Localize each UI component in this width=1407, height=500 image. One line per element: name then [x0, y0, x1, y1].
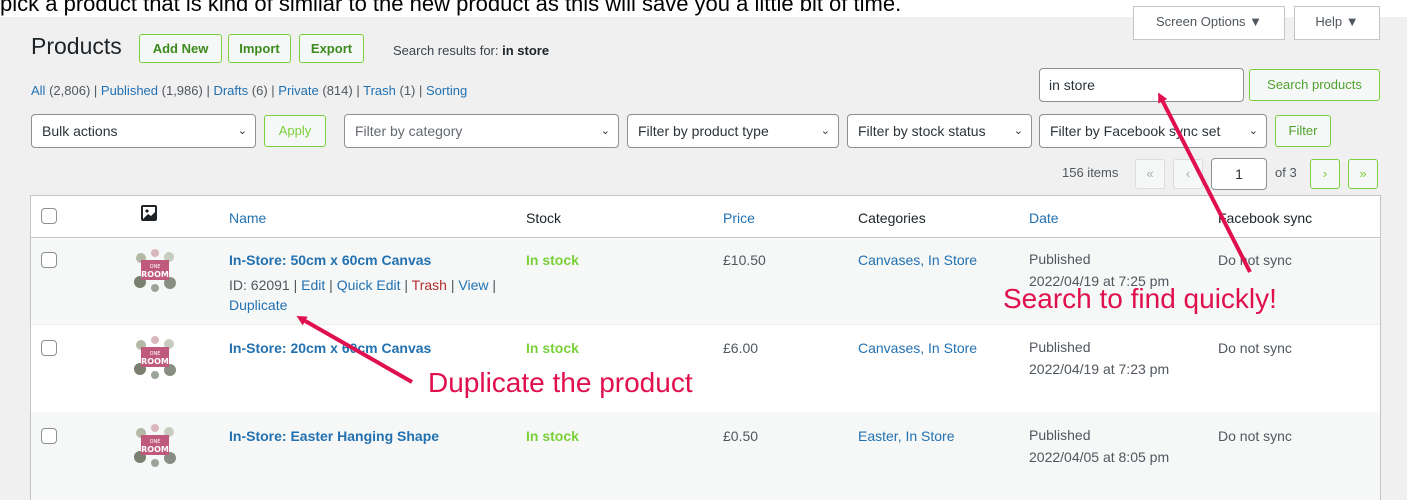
search-annotation: Search to find quickly! [1003, 283, 1277, 314]
annotation-arrows [296, 92, 1252, 384]
duplicate-arrow [296, 316, 413, 384]
duplicate-annotation: Duplicate the product [428, 367, 693, 398]
search-arrow [1158, 92, 1252, 273]
